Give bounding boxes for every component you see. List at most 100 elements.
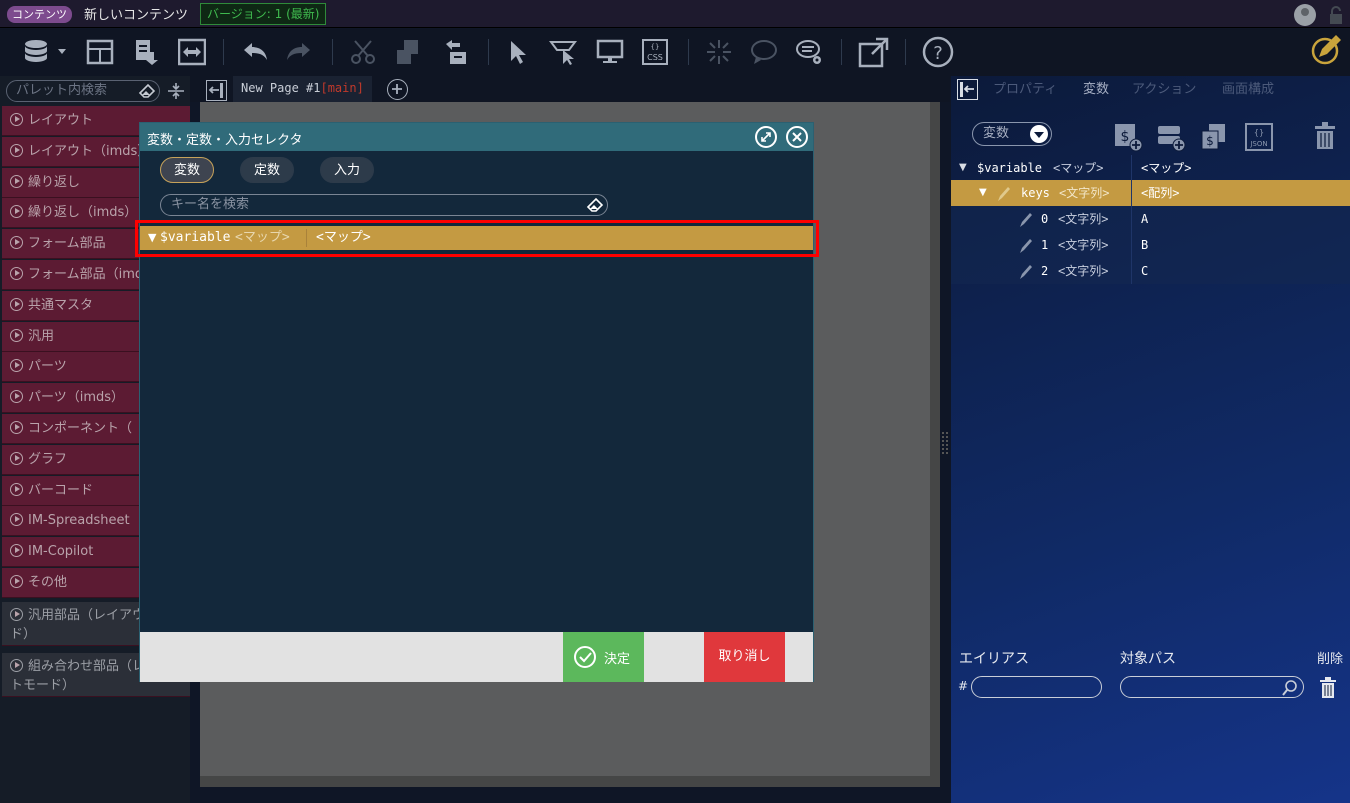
panel-collapse-icon[interactable] [957, 79, 978, 100]
play-icon [10, 205, 23, 219]
expand-arrow-icon[interactable]: ▼ [979, 180, 987, 206]
cancel-label: 取り消し [718, 649, 771, 664]
palette-search-input[interactable]: パレット内検索 [6, 80, 160, 102]
palette-item-label: 汎用 [28, 328, 55, 344]
paste-icon[interactable] [442, 38, 470, 66]
undo-icon[interactable] [241, 38, 269, 66]
tab-variables[interactable]: 変数 [1083, 78, 1109, 97]
edit-icon[interactable] [1310, 34, 1342, 66]
palette-item-label: グラフ [28, 451, 68, 467]
tree-row[interactable]: ▼ keys <文字列> <配列> [951, 180, 1350, 206]
tab-actions[interactable]: アクション [1132, 78, 1196, 97]
play-icon [10, 390, 23, 404]
tree-row[interactable]: ▼ $variable <マップ> <マップ> [951, 155, 1350, 181]
app-window: コンテンツ 新しいコンテンツ バージョン: 1 (最新) CSS {} ? パレ… [0, 0, 1350, 803]
pointer-icon[interactable] [505, 38, 533, 66]
redo-icon[interactable] [285, 38, 313, 66]
lock-icon[interactable] [1328, 6, 1344, 24]
tree-name: 0 [1041, 212, 1049, 226]
database-icon[interactable] [22, 38, 66, 66]
cancel-button[interactable]: 取り消し [704, 632, 785, 682]
play-icon [10, 659, 23, 672]
copy-variable-icon[interactable]: $ [1199, 122, 1229, 152]
check-icon [573, 645, 597, 669]
cut-icon[interactable] [349, 38, 377, 66]
tree-column-separator [1131, 180, 1132, 206]
panel-toggle-icon[interactable] [206, 80, 227, 101]
svg-text:{}: {} [1254, 128, 1264, 137]
dialog-footer: 決定 取り消し [140, 632, 813, 682]
tree-type: <文字列> [1058, 264, 1109, 278]
alias-input[interactable] [971, 676, 1102, 698]
play-icon [10, 143, 23, 157]
tree-column-separator [1131, 258, 1132, 284]
page-tab[interactable]: New Page #1[main] [233, 76, 372, 102]
comment-settings-icon[interactable] [795, 38, 823, 66]
table-row[interactable]: ▼ $variable <マップ> <マップ> [140, 226, 813, 250]
play-icon [10, 297, 23, 311]
path-header: 対象パス [1120, 651, 1176, 667]
row-separator [306, 229, 307, 247]
user-avatar-icon[interactable] [1294, 4, 1316, 26]
collapse-icon[interactable] [167, 82, 185, 100]
search-clear-icon[interactable] [586, 197, 604, 213]
svg-text:?: ? [933, 43, 943, 64]
canvas-scrollbar-horizontal[interactable] [200, 776, 940, 787]
tree-row[interactable]: 1 <文字列> B [951, 232, 1350, 258]
layout-icon[interactable] [86, 38, 114, 66]
add-item-icon[interactable] [1156, 122, 1186, 152]
type-select[interactable]: 変数 [972, 122, 1052, 146]
play-icon [10, 174, 23, 188]
edit-pencil-icon[interactable] [1018, 237, 1032, 253]
add-variable-icon[interactable]: $ [1113, 122, 1143, 152]
monitor-icon[interactable] [596, 38, 624, 66]
version-badge[interactable]: バージョン: 1 (最新) [200, 3, 327, 25]
delete-alias-icon[interactable] [1319, 677, 1337, 699]
comment-icon[interactable] [750, 38, 778, 66]
svg-text:JSON: JSON [1249, 140, 1267, 148]
spark-icon[interactable] [705, 38, 733, 66]
tree-row[interactable]: 0 <文字列> A [951, 206, 1350, 232]
tab-variables[interactable]: 変数 [160, 157, 215, 183]
expand-arrow-icon[interactable]: ▼ [959, 155, 967, 181]
tab-structure[interactable]: 画面構成 [1222, 78, 1274, 97]
tree-row[interactable]: 2 <文字列> C [951, 258, 1350, 284]
tree-name: 1 [1041, 238, 1049, 252]
trash-icon[interactable] [1313, 121, 1337, 151]
edit-pencil-icon[interactable] [1018, 263, 1032, 279]
split-icon[interactable] [177, 38, 207, 66]
tab-properties[interactable]: プロパティ [993, 78, 1057, 97]
select-icon[interactable] [549, 38, 577, 66]
svg-text:$: $ [1206, 134, 1214, 148]
edit-pencil-icon[interactable] [996, 185, 1010, 201]
content-title[interactable]: 新しいコンテンツ [84, 4, 188, 23]
copy-icon[interactable] [394, 38, 422, 66]
palette-item-label: レイアウト（imds） [28, 143, 151, 159]
expand-arrow-icon[interactable]: ▼ [148, 226, 156, 250]
tab-constants[interactable]: 定数 [240, 157, 295, 183]
external-icon[interactable] [858, 36, 890, 68]
expand-icon[interactable] [755, 126, 777, 148]
help-icon[interactable]: ? [922, 36, 954, 68]
play-icon [10, 544, 23, 558]
eraser-icon[interactable] [138, 83, 156, 99]
tree-type: <マップ> [1053, 161, 1104, 175]
add-page-icon[interactable] [387, 79, 408, 100]
play-icon [10, 513, 23, 527]
splitter-handle[interactable] [942, 432, 948, 454]
json-icon[interactable]: {} JSON [1244, 122, 1274, 152]
close-icon[interactable] [786, 126, 808, 148]
tree-value: <配列> [1141, 186, 1180, 200]
search-icon[interactable] [1281, 679, 1299, 697]
edit-pencil-icon[interactable] [1018, 211, 1032, 227]
ok-button[interactable]: 決定 [563, 632, 644, 682]
play-icon [10, 113, 23, 126]
download-icon[interactable] [132, 38, 160, 66]
path-input[interactable] [1120, 676, 1304, 698]
canvas-scrollbar-vertical[interactable] [930, 102, 940, 787]
key-search-input[interactable]: キー名を検索 [160, 194, 608, 216]
palette-item-label: レイアウト [28, 113, 94, 128]
svg-text:$: $ [1121, 129, 1130, 145]
tab-inputs[interactable]: 入力 [320, 157, 375, 183]
css-icon[interactable]: CSS {} [641, 38, 669, 66]
